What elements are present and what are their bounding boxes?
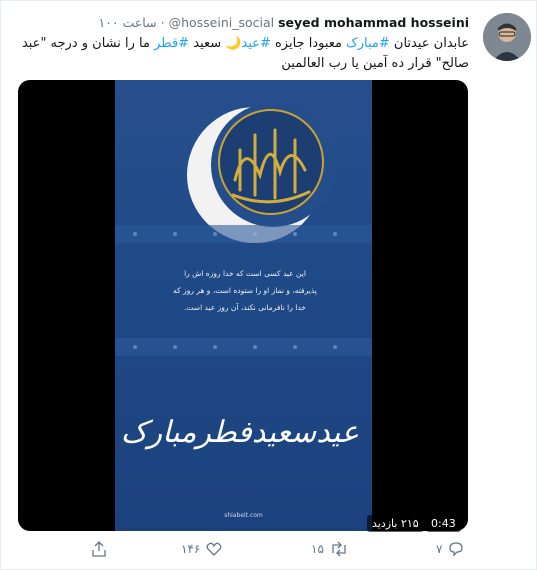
- poster-quote-line: پذیرفته، و نماز او را ستوده است، و هر رو…: [173, 286, 317, 295]
- user-handle[interactable]: @hosseini_social: [169, 15, 275, 30]
- share-button[interactable]: [91, 541, 113, 557]
- video-duration: 0:43: [426, 515, 461, 532]
- reply-button[interactable]: ۷: [436, 541, 464, 557]
- video-player[interactable]: این عید کسی است که خدا روزه اش را پذیرفته…: [18, 80, 468, 531]
- tweet-actions: ۷ ۱۵ ۱۴۶: [81, 541, 481, 563]
- tweet-time[interactable]: ۱۰۰ ساعت: [98, 15, 156, 30]
- reply-icon: [449, 542, 464, 557]
- tweet-text-segment: عابدان عیدتان: [389, 36, 469, 51]
- poster-watermark: shiabeit.com: [224, 512, 263, 519]
- user-name[interactable]: seyed mohammad hosseini: [278, 15, 469, 30]
- tweet-text-segment: معبودا جایزه: [270, 36, 347, 51]
- poster-quote: این عید کسی است که خدا روزه اش را پذیرفته…: [135, 265, 355, 316]
- reply-count: ۷: [436, 542, 443, 556]
- tweet-card[interactable]: ۱۰۰ ساعت · @hosseini_social seyed mohamm…: [0, 0, 537, 570]
- separator-dot: ·: [160, 15, 165, 30]
- like-button[interactable]: ۱۴۶: [181, 541, 222, 557]
- avatar[interactable]: [483, 13, 531, 61]
- video-poster: این عید کسی است که خدا روزه اش را پذیرفته…: [115, 80, 372, 531]
- video-views: ۲۱۵ بازدید: [367, 515, 424, 532]
- poster-quote-line: خدا را نافرمانی نکند، آن روز عید است.: [184, 303, 306, 312]
- heart-icon: [206, 542, 222, 556]
- poster-quote-line: این عید کسی است که خدا روزه اش را: [184, 269, 306, 278]
- retweet-icon: [332, 541, 346, 557]
- hashtag-link[interactable]: #قطر: [154, 36, 189, 51]
- hashtag-link[interactable]: #مبارک: [346, 36, 390, 51]
- hashtag-link[interactable]: #عید: [241, 36, 270, 51]
- retweet-button[interactable]: ۱۵: [311, 541, 348, 557]
- calligraphy-emblem-icon: [218, 109, 324, 215]
- like-count: ۱۴۶: [181, 542, 201, 556]
- share-icon: [92, 541, 106, 557]
- retweet-count: ۱۵: [311, 542, 324, 556]
- tweet-header: ۱۰۰ ساعت · @hosseini_social seyed mohamm…: [98, 15, 469, 30]
- poster-calligraphy: عیدسعیدفطرمبارک: [120, 415, 360, 450]
- tweet-text: عابدان عیدتان #مبارک معبودا جایزه #عید🌙 …: [19, 34, 469, 74]
- tweet-text-segment: 🌙 سعید: [189, 36, 242, 51]
